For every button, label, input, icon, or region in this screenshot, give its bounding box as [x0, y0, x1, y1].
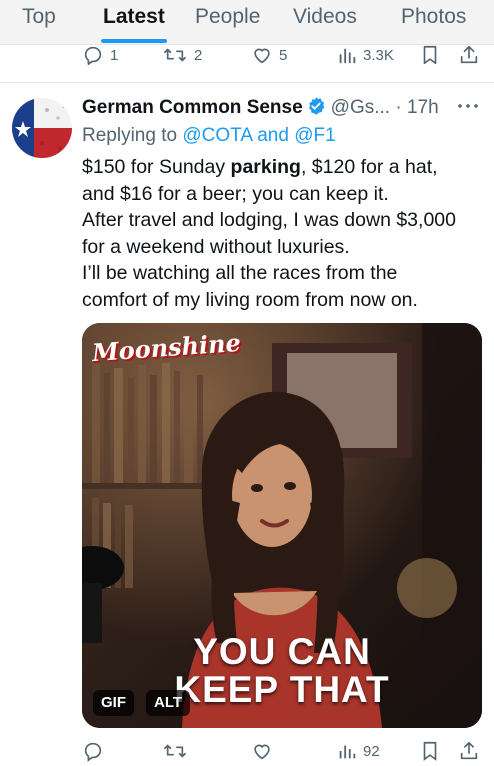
alt-text-button[interactable]: ALT — [146, 690, 191, 716]
views-button[interactable]: 3.3K — [337, 40, 394, 70]
retweet-button[interactable] — [162, 736, 188, 766]
tweet-header: German Common Sense @Gs... · 17h — [82, 96, 488, 122]
tweet-text-line: and $16 for a beer; you can keep it. — [82, 182, 389, 205]
gif-badge: GIF — [93, 690, 134, 716]
more-icon[interactable] — [456, 98, 480, 119]
retweet-icon — [164, 744, 186, 758]
tab-videos[interactable]: Videos — [293, 5, 357, 29]
reply-count: 1 — [110, 46, 119, 64]
bookmark-button[interactable] — [420, 736, 440, 766]
tweet-text-line: $150 for Sunday parking, $120 for a hat, — [82, 154, 482, 181]
share-icon — [460, 741, 478, 760]
tweet-text: $150 for Sunday parking, $120 for a hat,… — [82, 154, 482, 313]
like-count: 5 — [279, 46, 288, 64]
views-chart-icon — [339, 48, 356, 64]
share-icon — [460, 45, 478, 64]
replying-to-line: Replying to @COTA and @F1 — [82, 125, 336, 147]
views-button[interactable]: 92 — [337, 736, 380, 766]
bookmark-icon — [423, 741, 437, 761]
author-name[interactable]: German Common Sense — [82, 97, 303, 118]
bookmark-icon — [423, 45, 437, 65]
reply-mentions-link[interactable]: @COTA and @F1 — [182, 125, 335, 146]
tweet-gif-media[interactable]: Moonshine YOU CAN KEEP THAT GIF ALT — [82, 323, 482, 728]
share-button[interactable] — [458, 40, 480, 70]
views-chart-icon — [339, 745, 356, 759]
view-count: 92 — [363, 742, 380, 760]
gif-caption-line-1: YOU CAN — [193, 631, 371, 672]
heart-icon — [254, 48, 270, 64]
retweet-count: 2 — [194, 46, 203, 64]
retweet-icon — [164, 48, 186, 62]
tweet-text-line: After travel and lodging, I was down $3,… — [82, 209, 456, 231]
tweet-text-fragment: , $120 for a hat, — [300, 156, 438, 178]
verified-badge-icon — [306, 96, 326, 122]
reply-icon — [84, 742, 102, 762]
tweet-text-line: comfort of my living room from now on. — [82, 288, 418, 311]
view-count: 3.3K — [363, 46, 394, 64]
reply-button[interactable]: 1 — [82, 40, 118, 70]
share-button[interactable] — [458, 736, 480, 766]
avatar[interactable] — [12, 98, 72, 158]
retweet-button[interactable]: 2 — [162, 40, 202, 70]
tweet-text-line: I’ll be watching all the races from the — [82, 262, 398, 284]
heart-icon — [254, 744, 270, 760]
like-button[interactable]: 5 — [251, 40, 287, 70]
replying-to-label: Replying to — [82, 125, 178, 146]
reply-icon — [84, 46, 102, 65]
like-button[interactable] — [251, 736, 273, 766]
previous-tweet-action-bar: 1 2 5 3.3K — [0, 40, 494, 70]
tweet-text-line: for a weekend without luxuries. — [82, 235, 350, 258]
tab-latest[interactable]: Latest — [103, 5, 165, 29]
bookmark-button[interactable] — [420, 40, 440, 70]
texas-flag-avatar-image — [12, 98, 72, 158]
search-tab-bar: Top Latest People Videos Photos — [0, 0, 494, 45]
tweet-divider — [0, 82, 494, 83]
gif-caption-line-2: KEEP THAT — [174, 669, 390, 710]
reply-button[interactable] — [82, 736, 104, 766]
tab-photos[interactable]: Photos — [401, 5, 466, 29]
tab-top[interactable]: Top — [22, 5, 56, 29]
tweet-text-fragment: $150 for Sunday — [82, 156, 231, 178]
handle-and-timestamp[interactable]: @Gs... · 17h — [331, 97, 439, 118]
tab-people[interactable]: People — [195, 5, 260, 29]
tweet-action-bar: 92 — [0, 736, 494, 766]
tweet-text-bold: parking — [230, 156, 301, 178]
